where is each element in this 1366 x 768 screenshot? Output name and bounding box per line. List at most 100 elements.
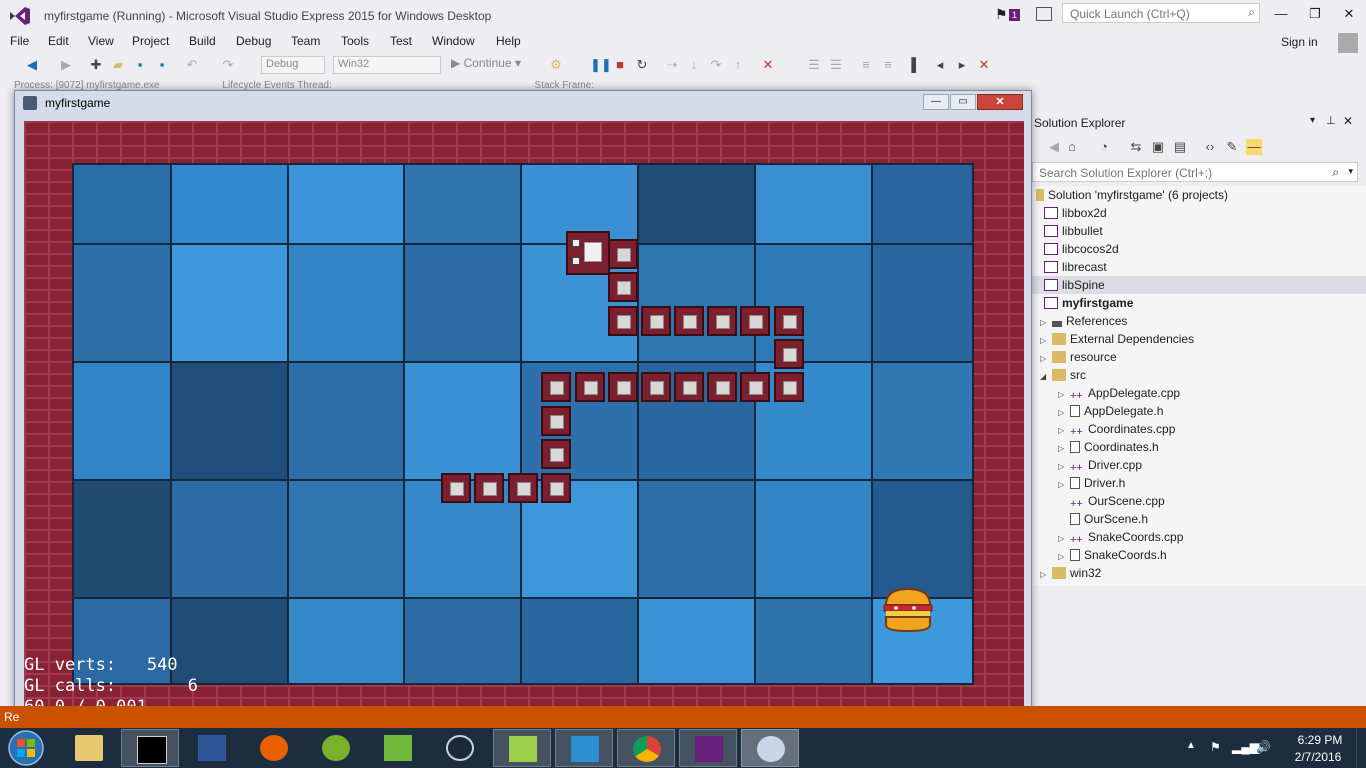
solution-platform-dropdown[interactable]: Win32 xyxy=(333,56,441,74)
collapse-arrow-icon[interactable]: ◢ xyxy=(1040,368,1052,386)
menu-file[interactable]: File xyxy=(10,34,29,48)
file-ourscene-cpp[interactable]: ++ OurScene.cpp xyxy=(1070,492,1165,510)
solution-search-input[interactable] xyxy=(1037,165,1321,181)
restore-button[interactable]: ❐ xyxy=(1302,5,1328,23)
navigate-back-icon[interactable]: ◀ xyxy=(24,57,40,73)
view-code-icon[interactable]: ‹› xyxy=(1202,139,1218,155)
step-into-icon[interactable]: ↓ xyxy=(686,57,702,73)
search-options-icon[interactable]: ▾ xyxy=(1348,166,1353,177)
breakpoint-icon[interactable]: ✕ xyxy=(760,57,776,73)
menu-edit[interactable]: Edit xyxy=(48,34,69,48)
solution-node[interactable]: Solution 'myfirstgame' (6 projects) xyxy=(1036,186,1228,204)
menu-test[interactable]: Test xyxy=(390,34,412,48)
align-right-icon[interactable]: ☰ xyxy=(828,57,844,73)
project-node-librecast[interactable]: librecast xyxy=(1044,258,1107,276)
file-snakecoords-h[interactable]: ▷ SnakeCoords.h xyxy=(1058,546,1167,564)
file-snakecoords-cpp[interactable]: ▷ ++ SnakeCoords.cpp xyxy=(1058,528,1183,546)
step-out-icon[interactable]: ↑ xyxy=(730,57,746,73)
restart-icon[interactable]: ↻ xyxy=(634,57,650,73)
continue-button[interactable]: ▶ Continue ▾ xyxy=(451,56,521,70)
taskbar-word[interactable] xyxy=(183,729,241,767)
account-avatar[interactable] xyxy=(1338,33,1358,53)
menu-help[interactable]: Help xyxy=(496,34,521,48)
previous-bookmark-icon[interactable]: ◂ xyxy=(932,57,948,73)
step-over-icon[interactable]: ↷ xyxy=(708,57,724,73)
taskbar-visual-studio[interactable] xyxy=(679,729,737,767)
project-node-libcocos2d[interactable]: libcocos2d xyxy=(1044,240,1119,258)
game-canvas[interactable]: GL verts: 540 GL calls: 6 60.0 / 0.001 xyxy=(24,121,1024,721)
file-driver-h[interactable]: ▷ Driver.h xyxy=(1058,474,1125,492)
taskbar-utorrent[interactable] xyxy=(307,729,365,767)
project-node-libspine[interactable]: libSpine xyxy=(1032,276,1366,294)
taskbar-steam[interactable] xyxy=(431,729,489,767)
home-icon[interactable]: ⌂ xyxy=(1064,139,1080,155)
menu-build[interactable]: Build xyxy=(189,34,216,48)
break-all-icon[interactable]: ❚❚ xyxy=(590,57,612,73)
collapse-all-icon[interactable]: ▤ xyxy=(1172,139,1188,155)
save-all-icon[interactable]: ▪ xyxy=(154,57,170,73)
game-maximize-button[interactable]: ▭ xyxy=(950,94,976,110)
taskbar-file-explorer[interactable] xyxy=(60,729,118,767)
file-coordinates-cpp[interactable]: ▷ ++ Coordinates.cpp xyxy=(1058,420,1175,438)
back-icon[interactable]: ◀ xyxy=(1046,139,1062,155)
file-ourscene-h[interactable]: OurScene.h xyxy=(1070,510,1148,528)
clear-bookmarks-icon[interactable]: ✕ xyxy=(976,57,992,73)
taskbar-chrome[interactable] xyxy=(617,729,675,767)
quick-launch-box[interactable]: ⌕ xyxy=(1062,3,1260,23)
game-title-bar[interactable]: myfirstgame — ▭ ✕ xyxy=(15,91,1031,115)
pin-icon[interactable]: ⊥ xyxy=(1326,114,1336,127)
clock-date[interactable]: 2/7/2016 xyxy=(1290,750,1346,764)
menu-tools[interactable]: Tools xyxy=(341,34,369,48)
comment-icon[interactable]: ≡ xyxy=(858,57,874,73)
file-coordinates-h[interactable]: ▷ Coordinates.h xyxy=(1058,438,1159,456)
clock-time[interactable]: 6:29 PM xyxy=(1296,733,1344,747)
undo-icon[interactable]: ↶ xyxy=(184,57,200,73)
save-icon[interactable]: ▪ xyxy=(132,57,148,73)
show-desktop-button[interactable] xyxy=(1356,728,1366,768)
properties-icon[interactable]: ✎ xyxy=(1224,139,1240,155)
navigate-forward-icon[interactable]: ▶ xyxy=(58,57,74,73)
refresh-icon[interactable]: ▣ xyxy=(1150,139,1166,155)
project-node-libbox2d[interactable]: libbox2d xyxy=(1044,204,1107,222)
preview-icon[interactable]: — xyxy=(1246,139,1262,155)
game-close-button[interactable]: ✕ xyxy=(977,94,1023,110)
taskbar-notepad-plus-plus[interactable] xyxy=(493,729,551,767)
new-project-icon[interactable]: ✚ xyxy=(88,57,104,73)
network-signal-icon[interactable]: ▂▄▆ xyxy=(1232,740,1259,754)
node-src[interactable]: ◢ src xyxy=(1040,366,1086,384)
menu-window[interactable]: Window xyxy=(432,34,475,48)
search-icon[interactable]: ⌕ xyxy=(1248,5,1255,20)
close-pane-icon[interactable]: ✕ xyxy=(1343,114,1353,128)
node-external-dependencies[interactable]: ▷ External Dependencies xyxy=(1040,330,1194,348)
show-hidden-icons-icon[interactable]: ▲ xyxy=(1186,740,1196,751)
expand-arrow-icon[interactable]: ▷ xyxy=(1058,476,1070,494)
project-node-myfirstgame[interactable]: myfirstgame xyxy=(1044,294,1133,312)
sign-in-link[interactable]: Sign in xyxy=(1281,35,1318,49)
menu-view[interactable]: View xyxy=(88,34,114,48)
quick-launch-input[interactable] xyxy=(1068,5,1242,23)
file-appdelegate-cpp[interactable]: ▷ ++ AppDelegate.cpp xyxy=(1058,384,1180,402)
sync-icon[interactable]: ⇆ xyxy=(1128,139,1144,155)
project-node-libbullet[interactable]: libbullet xyxy=(1044,222,1103,240)
bookmark-icon[interactable]: ▌ xyxy=(908,57,924,73)
taskbar-vs-code[interactable] xyxy=(555,729,613,767)
taskbar-cocos-game[interactable] xyxy=(741,729,799,767)
menu-project[interactable]: Project xyxy=(132,34,169,48)
close-button[interactable]: ✕ xyxy=(1336,5,1362,23)
game-minimize-button[interactable]: — xyxy=(923,94,949,110)
file-driver-cpp[interactable]: ▷ ++ Driver.cpp xyxy=(1058,456,1142,474)
node-resource[interactable]: ▷ resource xyxy=(1040,348,1117,366)
align-left-icon[interactable]: ☰ xyxy=(806,57,822,73)
redo-icon[interactable]: ↷ xyxy=(220,57,236,73)
start-button-icon[interactable] xyxy=(4,729,48,767)
stop-debugging-icon[interactable]: ■ xyxy=(612,57,628,73)
menu-team[interactable]: Team xyxy=(291,34,320,48)
taskbar-firefox[interactable] xyxy=(245,729,303,767)
pending-changes-icon[interactable]: ◔ xyxy=(1096,139,1112,155)
node-win32[interactable]: ▷ win32 xyxy=(1040,564,1101,582)
minimize-button[interactable]: — xyxy=(1268,5,1294,23)
search-icon[interactable]: ⌕ xyxy=(1332,165,1339,180)
uncomment-icon[interactable]: ≡ xyxy=(880,57,896,73)
file-appdelegate-h[interactable]: ▷ AppDelegate.h xyxy=(1058,402,1163,420)
taskbar-command-prompt[interactable] xyxy=(121,729,179,767)
